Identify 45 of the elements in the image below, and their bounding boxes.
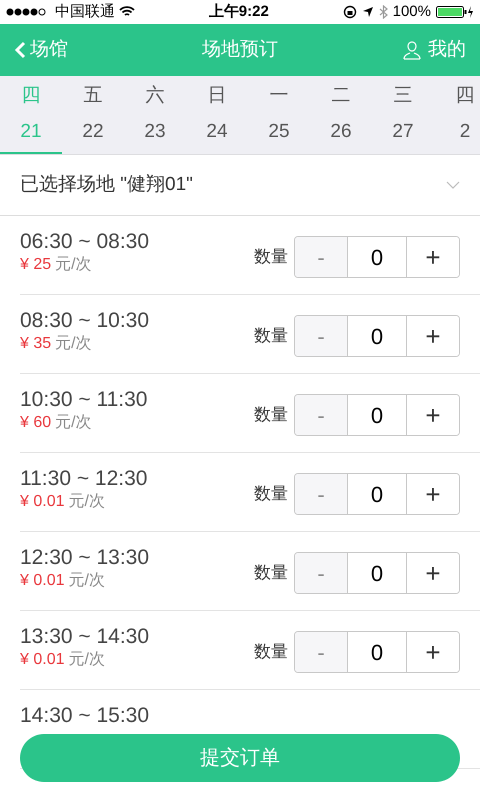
quantity-label: 数量 <box>254 325 288 348</box>
quantity-label: 数量 <box>254 641 288 664</box>
date-tab[interactable]: 三 27 <box>372 76 434 154</box>
quantity-label: 数量 <box>254 483 288 506</box>
rotation-lock-icon <box>342 5 357 19</box>
time-range: 10:30 ~ 11:30 <box>20 387 148 413</box>
page-title: 场地预订 <box>202 38 278 62</box>
date-tab[interactable]: 日 24 <box>186 76 248 154</box>
date-tab[interactable]: 二 26 <box>310 76 372 154</box>
price: ¥ 25 <box>20 255 52 275</box>
price: ¥ 0.01 <box>20 492 64 512</box>
time-range: 06:30 ~ 08:30 <box>20 229 150 255</box>
price-unit: 元/次 <box>68 492 105 512</box>
time-range: 12:30 ~ 13:30 <box>20 545 150 571</box>
date-tab[interactable]: 一 25 <box>248 76 310 154</box>
venue-dropdown[interactable]: 已选择场地 "健翔01" <box>0 155 480 216</box>
carrier-name: 中国联通 <box>55 2 115 22</box>
person-icon <box>402 40 422 60</box>
back-chevron-icon <box>14 41 26 59</box>
price-unit: 元/次 <box>68 571 105 591</box>
price-unit: 元/次 <box>55 413 92 433</box>
date-tab[interactable]: 四 2 <box>434 76 480 154</box>
time-range: 08:30 ~ 10:30 <box>20 308 150 334</box>
battery-charging-icon <box>436 5 474 19</box>
price-unit: 元/次 <box>68 650 105 670</box>
quantity-label: 数量 <box>254 246 288 268</box>
price: ¥ 60 <box>20 413 52 433</box>
chevron-down-icon <box>446 181 460 189</box>
quantity-label: 数量 <box>254 562 288 584</box>
time-range: 14:30 ~ 15:30 <box>20 703 150 729</box>
date-tab[interactable]: 五 22 <box>62 76 124 154</box>
clock: 上午9:22 <box>208 2 269 22</box>
bluetooth-icon <box>378 5 388 19</box>
price-unit: 元/次 <box>55 334 92 354</box>
price: ¥ 0.01 <box>20 571 64 591</box>
quantity-label: 数量 <box>254 404 288 426</box>
time-range: 11:30 ~ 12:30 <box>20 466 148 492</box>
location-arrow-icon <box>362 6 374 18</box>
battery-percent: 100% <box>392 2 431 22</box>
price: ¥ 35 <box>20 334 52 354</box>
price: ¥ 0.01 <box>20 650 64 670</box>
date-tab[interactable]: 六 23 <box>124 76 186 154</box>
price-unit: 元/次 <box>55 255 92 275</box>
time-range: 13:30 ~ 14:30 <box>20 624 150 650</box>
wifi-icon <box>119 6 135 18</box>
